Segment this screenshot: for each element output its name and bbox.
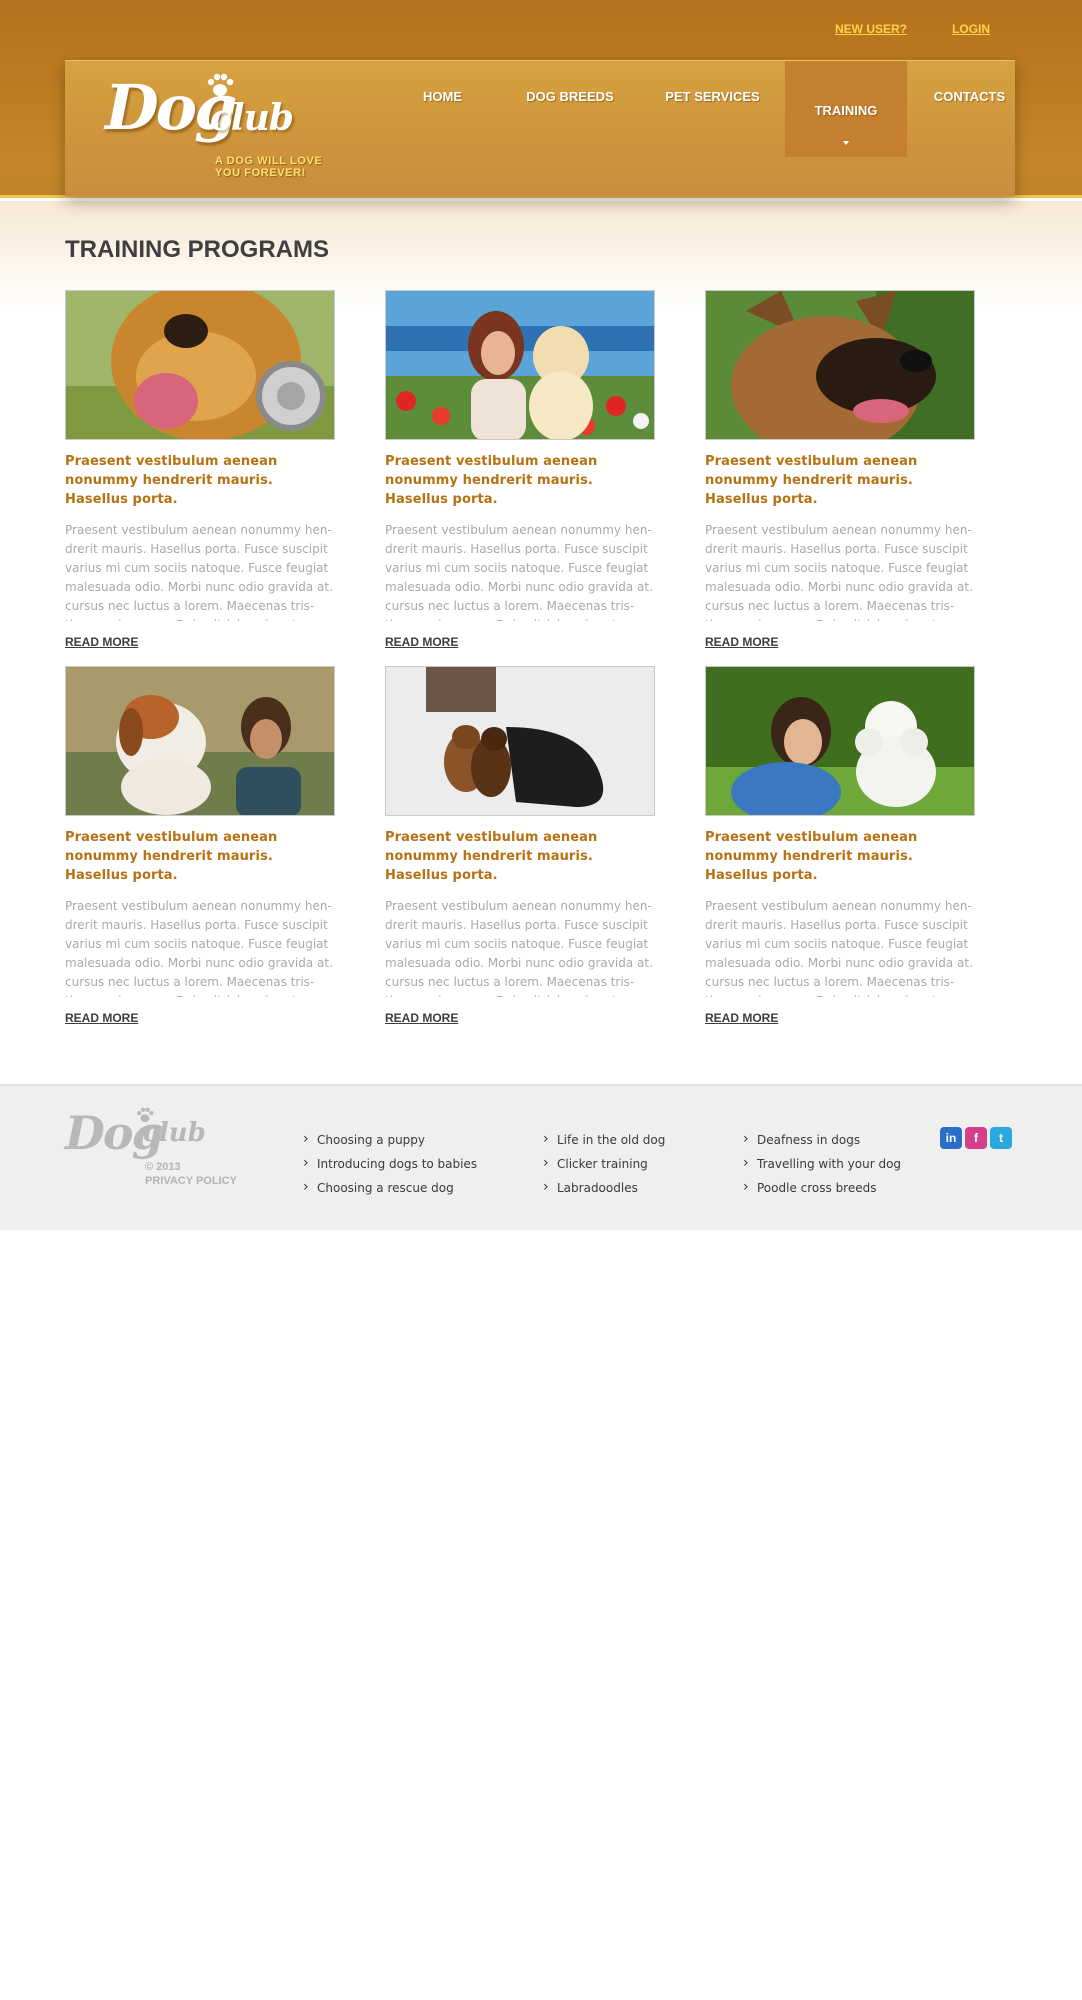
nav-home[interactable]: HOME	[385, 61, 500, 157]
footer-logo-word-club: club	[143, 1118, 206, 1148]
page-title: TRAINING PROGRAMS	[65, 236, 329, 263]
footer-copy: © 2013 PRIVACY POLICY	[145, 1160, 237, 1188]
nav-home-label: HOME	[423, 89, 462, 104]
nav-training-label: TRAINING	[814, 103, 878, 118]
card-title: Praesent vestibulum aenean nonummy hendr…	[705, 454, 918, 507]
site-logo[interactable]: Dog club A DOG WILL LOVE YOU FOREVER!	[105, 71, 345, 181]
paw-icon	[207, 73, 234, 96]
nav-pet-services-label: PET SERVICES	[665, 89, 760, 104]
facebook-icon[interactable]: f	[965, 1127, 987, 1149]
nav-contacts[interactable]: CONTACTS	[907, 61, 1032, 157]
login-link[interactable]: LOGIN	[952, 22, 990, 36]
social-links: in f t	[940, 1127, 1012, 1149]
twitter-icon[interactable]: t	[990, 1127, 1012, 1149]
card-title: Praesent vestibulum aenean nonummy hendr…	[65, 830, 278, 883]
tagline-line-1: A DOG WILL LOVE	[215, 155, 323, 167]
dog-with-headphones-photo[interactable]	[65, 290, 335, 440]
card-body: Praesent vestibulum aenean nonummy hen-d…	[705, 899, 973, 997]
program-card: Praesent vestibulum aenean nonummy hendr…	[705, 290, 975, 650]
read-more-link[interactable]: READ MORE	[65, 635, 138, 649]
footer-link[interactable]: Clicker training	[543, 1151, 665, 1176]
footer-logo[interactable]: Dog club © 2013 PRIVACY POLICY	[65, 1106, 265, 1188]
program-card: Praesent vestibulum aenean nonummy hendr…	[65, 290, 335, 650]
program-card: Praesent vestibulum aenean nonummy hendr…	[65, 666, 335, 1026]
card-body: Praesent vestibulum aenean nonummy hen-d…	[705, 523, 973, 621]
card-title: Praesent vestibulum aenean nonummy hendr…	[385, 830, 598, 883]
site-footer: Dog club © 2013 PRIVACY POLICY Choosing …	[0, 1084, 1082, 1230]
nav-dog-breeds[interactable]: DOG BREEDS	[500, 61, 640, 157]
nav-training[interactable]: TRAINING	[785, 61, 907, 157]
german-shepherd-photo[interactable]	[705, 290, 975, 440]
footer-link[interactable]: Travelling with your dog	[743, 1151, 901, 1176]
read-more-link[interactable]: READ MORE	[705, 1011, 778, 1025]
footer-link[interactable]: Life in the old dog	[543, 1127, 665, 1152]
footer-link[interactable]: Introducing dogs to babies	[303, 1151, 477, 1176]
logo-tagline: A DOG WILL LOVE YOU FOREVER!	[215, 155, 322, 179]
card-title: Praesent vestibulum aenean nonummy hendr…	[65, 454, 278, 507]
header-panel: Dog club A DOG WILL LOVE YOU FOREVER! HO…	[65, 60, 1015, 196]
footer-link[interactable]: Labradoodles	[543, 1175, 665, 1200]
copyright-text: © 2013	[145, 1161, 181, 1173]
card-title: Praesent vestibulum aenean nonummy hendr…	[705, 830, 918, 883]
footer-link[interactable]: Choosing a puppy	[303, 1127, 477, 1152]
caret-down-icon	[843, 141, 849, 145]
new-user-link[interactable]: NEW USER?	[835, 22, 907, 36]
read-more-link[interactable]: READ MORE	[65, 1011, 138, 1025]
footer-links-col-1: Choosing a puppy Introducing dogs to bab…	[303, 1127, 477, 1200]
program-card: Praesent vestibulum aenean nonummy hendr…	[385, 290, 655, 650]
read-more-link[interactable]: READ MORE	[385, 1011, 458, 1025]
read-more-link[interactable]: READ MORE	[385, 635, 458, 649]
nav-pet-services[interactable]: PET SERVICES	[640, 61, 785, 157]
footer-link[interactable]: Choosing a rescue dog	[303, 1175, 477, 1200]
woman-with-poodle-photo[interactable]	[705, 666, 975, 816]
card-body: Praesent vestibulum aenean nonummy hen-d…	[65, 523, 333, 621]
girl-with-beagle-photo[interactable]	[65, 666, 335, 816]
footer-links-col-3: Deafness in dogs Travelling with your do…	[743, 1127, 901, 1200]
linkedin-icon[interactable]: in	[940, 1127, 962, 1149]
woman-with-golden-puppy-photo[interactable]	[385, 290, 655, 440]
program-card: Praesent vestibulum aenean nonummy hendr…	[385, 666, 655, 1026]
nav-dog-breeds-label: DOG BREEDS	[526, 89, 614, 104]
program-card: Praesent vestibulum aenean nonummy hendr…	[705, 666, 975, 1026]
footer-link[interactable]: Poodle cross breeds	[743, 1175, 901, 1200]
footer-links-col-2: Life in the old dog Clicker training Lab…	[543, 1127, 665, 1200]
top-links: NEW USER? LOGIN	[835, 22, 990, 36]
privacy-policy-link[interactable]: PRIVACY POLICY	[145, 1174, 237, 1188]
read-more-link[interactable]: READ MORE	[705, 635, 778, 649]
card-body: Praesent vestibulum aenean nonummy hen-d…	[65, 899, 333, 997]
footer-link[interactable]: Deafness in dogs	[743, 1127, 901, 1152]
card-body: Praesent vestibulum aenean nonummy hen-d…	[385, 899, 653, 997]
tagline-line-2: YOU FOREVER!	[215, 167, 306, 179]
main-nav: HOME DOG BREEDS PET SERVICES TRAINING CO…	[385, 61, 1032, 157]
two-chihuahuas-photo[interactable]	[385, 666, 655, 816]
nav-contacts-label: CONTACTS	[933, 89, 1006, 104]
logo-word-club: club	[210, 97, 294, 139]
card-body: Praesent vestibulum aenean nonummy hen-d…	[385, 523, 653, 621]
card-title: Praesent vestibulum aenean nonummy hendr…	[385, 454, 598, 507]
